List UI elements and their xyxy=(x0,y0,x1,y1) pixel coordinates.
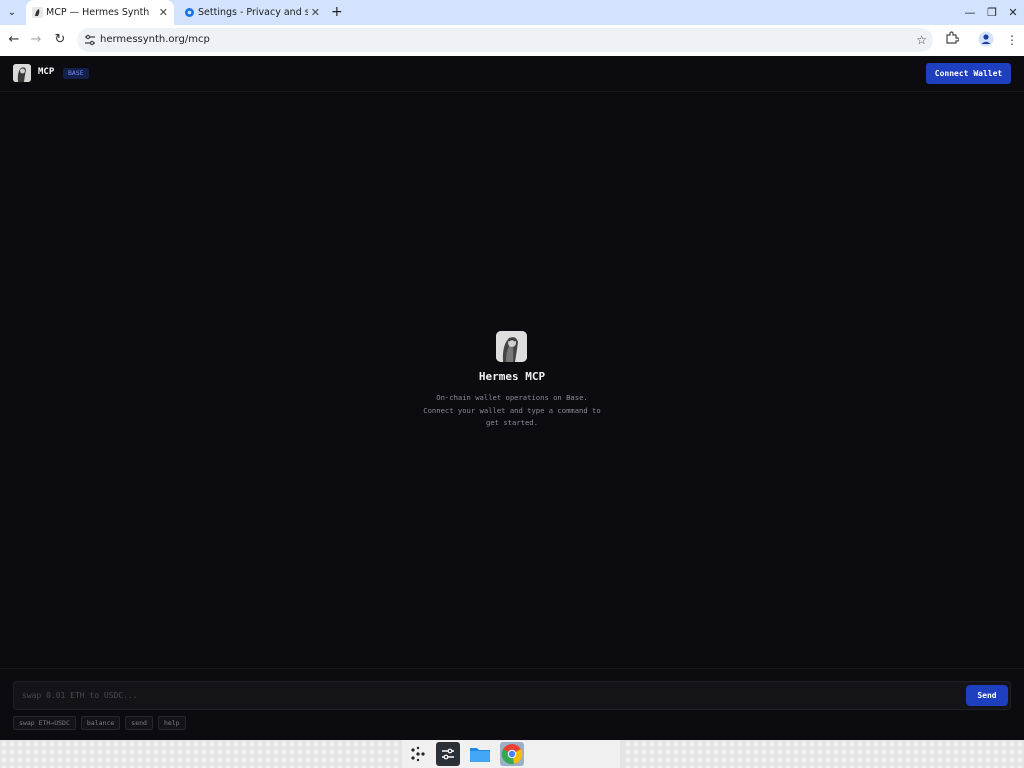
reload-icon[interactable]: ↻ xyxy=(51,31,69,49)
send-button[interactable]: Send xyxy=(966,685,1008,706)
files-folder-icon[interactable] xyxy=(468,742,492,766)
command-input-box: Send xyxy=(13,681,1011,710)
address-bar[interactable]: hermessynth.org/mcp ☆ xyxy=(77,28,933,52)
hero-description-line: Connect your wallet and type a command t… xyxy=(423,405,601,415)
tab-hermes-mcp[interactable]: MCP — Hermes Synth ✕ xyxy=(26,0,174,25)
connect-wallet-button[interactable]: Connect Wallet xyxy=(926,63,1011,84)
brand-title: MCP xyxy=(38,67,55,77)
taskbar-pattern xyxy=(624,740,1024,768)
suggestion-chip-send[interactable]: send xyxy=(125,716,153,730)
app-root: MCP BASE Connect Wallet Hermes MCP On-ch… xyxy=(0,56,1024,740)
dock xyxy=(402,740,620,768)
suggestion-chip-swap[interactable]: swap ETH→USDC xyxy=(13,716,76,730)
hermes-portrait-logo xyxy=(496,331,527,362)
hero-description-line: On-chain wallet operations on Base. xyxy=(436,393,588,402)
hero-description: On-chain wallet operations on Base. Conn… xyxy=(412,392,612,430)
bookmark-star-icon[interactable]: ☆ xyxy=(916,28,927,52)
network-badge: BASE xyxy=(63,68,89,79)
taskbar-pattern xyxy=(0,740,400,768)
suggestion-chip-balance[interactable]: balance xyxy=(80,716,121,730)
profile-avatar-icon[interactable] xyxy=(977,31,995,49)
hero-description-line: get started. xyxy=(486,418,538,427)
back-icon[interactable]: ← xyxy=(5,31,23,49)
forward-icon[interactable]: → xyxy=(27,31,45,49)
url-text: hermessynth.org/mcp xyxy=(100,34,210,45)
close-window-icon[interactable]: ✕ xyxy=(1003,0,1023,25)
app-header: MCP BASE Connect Wallet xyxy=(0,56,1024,92)
os-taskbar xyxy=(0,740,1024,768)
command-footer: Send swap ETH→USDC balance send help xyxy=(0,668,1024,740)
tab-settings[interactable]: Settings - Privacy and security ✕ xyxy=(178,0,326,25)
hermes-logo[interactable] xyxy=(13,64,31,82)
hero-title: Hermes MCP xyxy=(478,370,546,383)
tab-search-chevron-icon[interactable]: ⌄ xyxy=(4,5,20,21)
gear-icon xyxy=(185,8,194,17)
tab-title: MCP — Hermes Synth xyxy=(46,7,150,18)
launcher-icon[interactable] xyxy=(406,742,430,766)
browser-menu-icon[interactable]: ⋮ xyxy=(1003,31,1021,49)
browser-toolbar: ← → ↻ hermessynth.org/mcp ☆ ⋮ xyxy=(0,25,1024,56)
suggestion-chips: swap ETH→USDC balance send help xyxy=(13,716,191,730)
chrome-browser-icon[interactable] xyxy=(500,742,524,766)
settings-app-icon[interactable] xyxy=(436,742,460,766)
new-tab-icon[interactable]: + xyxy=(331,0,343,25)
close-tab-icon[interactable]: ✕ xyxy=(159,0,168,25)
close-tab-icon[interactable]: ✕ xyxy=(311,0,320,25)
command-input[interactable] xyxy=(22,682,962,709)
site-info-icon[interactable] xyxy=(83,33,97,47)
restore-icon[interactable]: ❐ xyxy=(982,0,1002,25)
extensions-icon[interactable] xyxy=(943,31,961,49)
tab-title: Settings - Privacy and security xyxy=(198,7,308,18)
hermes-favicon-icon xyxy=(32,7,43,18)
suggestion-chip-help[interactable]: help xyxy=(157,716,186,730)
minimize-icon[interactable]: — xyxy=(960,0,980,25)
tab-strip: ⌄ MCP — Hermes Synth ✕ Settings - Privac… xyxy=(0,0,1024,25)
